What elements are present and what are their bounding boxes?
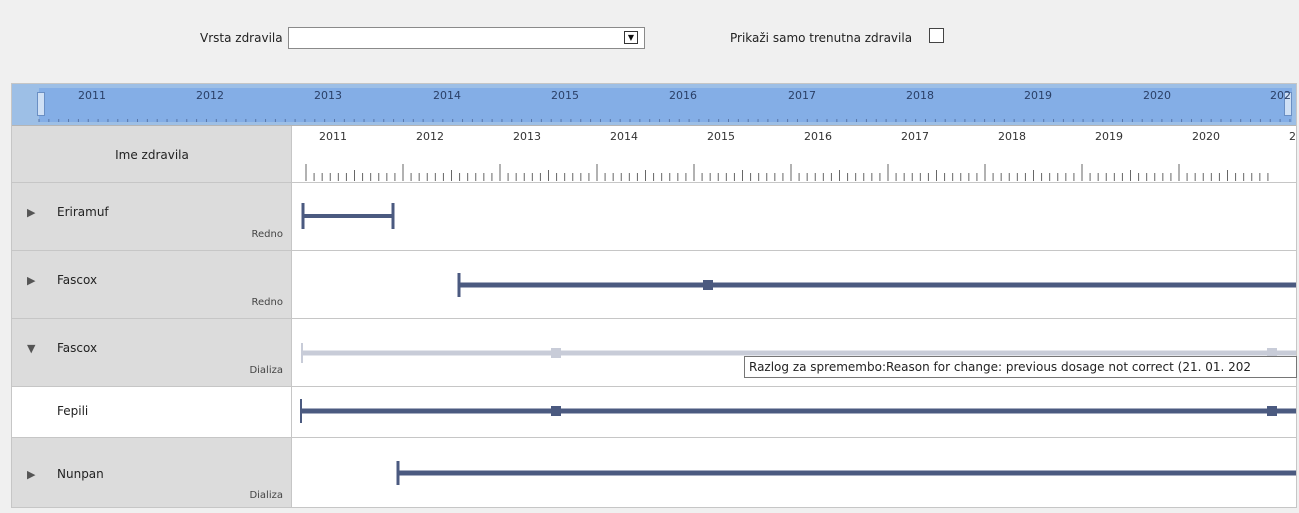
expand-arrow-icon[interactable]: ▶	[27, 274, 35, 287]
medication-row[interactable]: ▶ Eriramuf Redno	[12, 183, 1297, 251]
medication-type: Redno	[251, 229, 283, 240]
therapy-period[interactable]	[292, 438, 1297, 508]
current-only-checkbox[interactable]	[929, 28, 944, 43]
collapse-arrow-icon[interactable]: ▼	[27, 342, 35, 355]
medication-type-label: Vrsta zdravila	[200, 31, 283, 45]
overview-year: 2015	[551, 89, 579, 102]
change-reason-tooltip: Razlog za spremembo:Reason for change: p…	[744, 356, 1297, 378]
timeline-scale: 2011 2012 2013 2014 2015 2016 2017 2018 …	[292, 126, 1296, 183]
therapy-period[interactable]	[292, 251, 1297, 318]
overview-year: 2012	[196, 89, 224, 102]
medication-type: Dializa	[249, 490, 283, 501]
overview-year: 2018	[906, 89, 934, 102]
overview-year: 2013	[314, 89, 342, 102]
scale-year: 2012	[416, 130, 444, 143]
overview-year: 2014	[433, 89, 461, 102]
medication-subrow[interactable]: Fepili	[12, 387, 1297, 438]
dosage-change-marker[interactable]	[1267, 406, 1277, 416]
scale-ticks	[305, 164, 1269, 181]
scale-year: 2011	[319, 130, 347, 143]
timeline-overview[interactable]: 2011 2012 2013 2014 2015 2016 2017 2018 …	[12, 84, 1296, 126]
medication-type: Dializa	[249, 365, 283, 376]
medication-type-select[interactable]: ▼	[288, 27, 645, 49]
scale-year: 2(	[1289, 130, 1296, 143]
medication-name: Fascox	[57, 273, 98, 287]
current-only-label: Prikaži samo trenutna zdravila	[730, 31, 913, 45]
overview-year: 2017	[788, 89, 816, 102]
medication-timeline: 2011 2012 2013 2014 2015 2016 2017 2018 …	[11, 83, 1297, 508]
medication-name: Fepili	[57, 404, 89, 418]
scale-year: 2017	[901, 130, 929, 143]
scale-year: 2013	[513, 130, 541, 143]
scale-year: 2014	[610, 130, 638, 143]
therapy-period[interactable]	[292, 387, 1297, 437]
overview-year: 2016	[669, 89, 697, 102]
scale-year: 2020	[1192, 130, 1220, 143]
scale-year: 2016	[804, 130, 832, 143]
dosage-change-marker[interactable]	[551, 406, 561, 416]
dosage-change-marker[interactable]	[551, 348, 561, 358]
medication-type: Redno	[251, 297, 283, 308]
expand-arrow-icon[interactable]: ▶	[27, 206, 35, 219]
medication-name: Eriramuf	[57, 205, 109, 219]
dosage-change-marker[interactable]	[703, 280, 713, 290]
scale-year: 2018	[998, 130, 1026, 143]
overview-year: 2011	[78, 89, 106, 102]
expand-arrow-icon[interactable]: ▶	[27, 468, 35, 481]
medication-row[interactable]: ▶ Nunpan Dializa	[12, 438, 1297, 508]
column-title: Ime zdravila	[115, 148, 189, 162]
scale-year: 2015	[707, 130, 735, 143]
medication-row[interactable]: ▶ Fascox Redno	[12, 251, 1297, 319]
overview-year: 2019	[1024, 89, 1052, 102]
scale-year: 2019	[1095, 130, 1123, 143]
medication-name: Fascox	[57, 341, 98, 355]
overview-year: 2020	[1143, 89, 1171, 102]
dropdown-arrow-icon[interactable]: ▼	[624, 31, 638, 44]
overview-ticks	[38, 119, 1291, 122]
medication-name: Nunpan	[57, 467, 104, 481]
medication-name-header: Ime zdravila	[12, 126, 292, 183]
overview-year: 202	[1270, 89, 1291, 102]
therapy-period[interactable]	[292, 183, 1297, 250]
